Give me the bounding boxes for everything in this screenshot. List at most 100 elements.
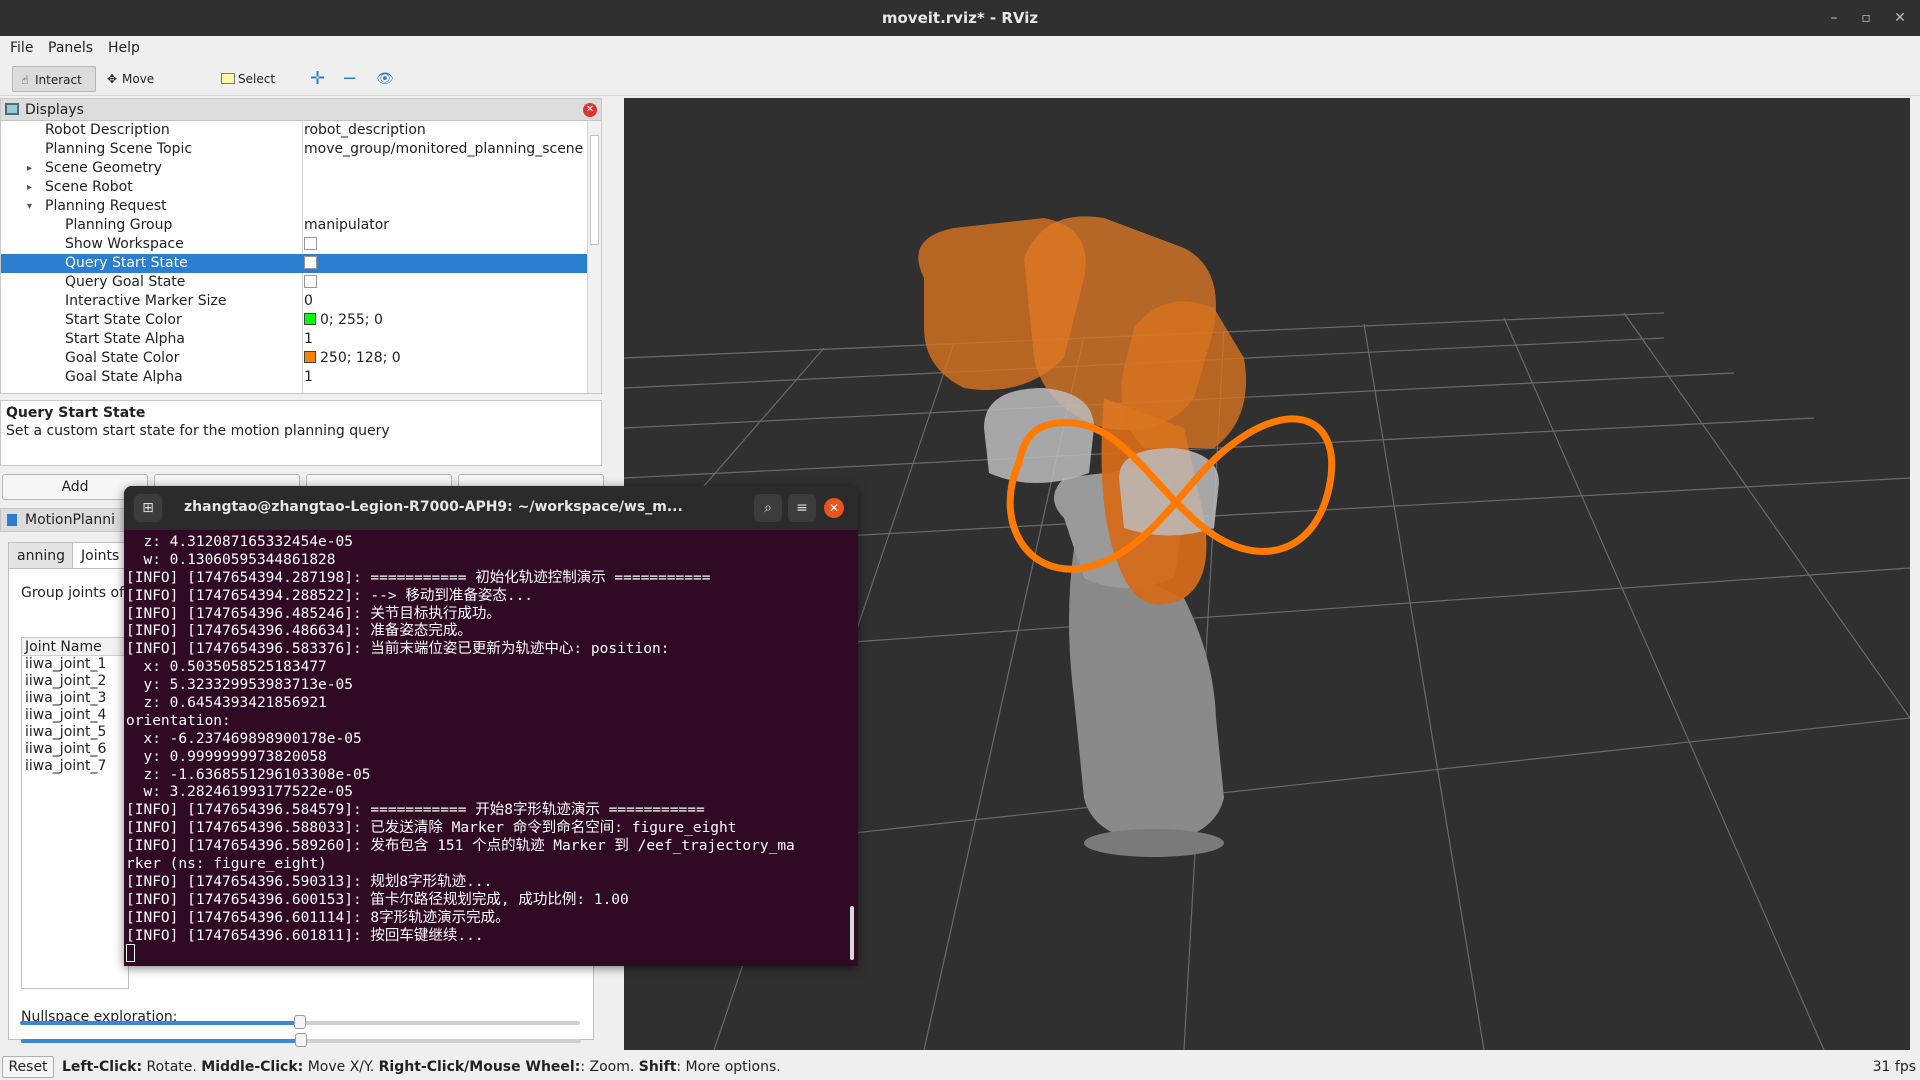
terminal-line: [INFO] [1747654396.600153]: 笛卡尔路径规划完成, 成… <box>126 891 629 908</box>
displays-panel: Displays ✕ Robot Description robot_descr… <box>0 98 602 394</box>
terminal-line: y: 5.323329953983713e-05 <box>126 677 353 694</box>
row-value[interactable]: robot_description <box>304 121 426 140</box>
tree-row[interactable]: Start State Alpha 1 <box>1 330 587 349</box>
terminal-line: [INFO] [1747654396.583376]: 当前末端位姿已更新为轨迹… <box>126 641 670 658</box>
collapse-arrow-icon[interactable]: ▾ <box>27 197 32 216</box>
row-value[interactable]: 0 <box>304 292 313 311</box>
hand-icon: ☝ <box>21 73 29 87</box>
tree-row[interactable]: Start State Color 0; 255; 0 <box>1 311 587 330</box>
tree-row[interactable]: Goal State Color 250; 128; 0 <box>1 349 587 368</box>
tree-row[interactable]: ▸ Scene Geometry <box>1 159 587 178</box>
start-state-color-value[interactable]: 0; 255; 0 <box>304 311 383 330</box>
add-tool-icon[interactable]: ✛ <box>306 66 330 92</box>
displays-scrollbar[interactable] <box>587 121 601 393</box>
help-middle-action: Move X/Y. <box>303 1059 379 1075</box>
tree-row-selected[interactable]: Query Start State <box>1 254 587 273</box>
terminal-close-icon[interactable]: ✕ <box>824 498 844 518</box>
tree-row[interactable]: Query Goal State <box>1 273 587 292</box>
remove-tool-icon[interactable]: − <box>338 66 362 92</box>
row-value: 250; 128; 0 <box>320 350 401 366</box>
reset-button[interactable]: Reset <box>2 1056 54 1078</box>
slider-fill <box>21 1039 301 1043</box>
terminal-line: z: 0.6454393421856921 <box>126 695 327 712</box>
menu-help[interactable]: Help <box>108 40 140 56</box>
help-middle-click: Middle-Click: <box>201 1059 304 1075</box>
move-camera-tool-button[interactable]: ✥Move Camera <box>100 66 200 112</box>
terminal-line: y: 0.9999999973820058 <box>126 748 327 765</box>
terminal-scrollbar[interactable] <box>850 906 854 960</box>
terminal-window[interactable]: ⊞ zhangtao@zhangtao-Legion-R7000-APH9: ~… <box>124 486 858 966</box>
row-label: Show Workspace <box>65 236 184 252</box>
close-icon[interactable]: ✕ <box>1890 8 1910 28</box>
query-start-state-checkbox[interactable] <box>304 254 317 273</box>
select-label: Select <box>238 72 276 86</box>
row-label: Planning Request <box>45 198 167 214</box>
row-label: Goal State Color <box>65 350 180 366</box>
terminal-line: [INFO] [1747654396.601114]: 8字形轨迹演示完成。 <box>126 909 510 926</box>
terminal-line: [INFO] [1747654394.287198]: =========== … <box>126 569 711 586</box>
row-value[interactable]: 1 <box>304 330 313 349</box>
table-row[interactable]: iiwa_joint_5 <box>22 724 128 741</box>
help-right-click: Right-Click/Mouse Wheel: <box>378 1059 581 1075</box>
table-row[interactable]: iiwa_joint_7 <box>22 758 128 775</box>
scrollbar-thumb[interactable] <box>590 135 599 245</box>
terminal-line: [INFO] [1747654396.589260]: 发布包含 151 个点的… <box>126 838 795 855</box>
row-label: Scene Robot <box>45 179 133 195</box>
robot-arm-model <box>918 216 1246 857</box>
select-tool-button[interactable]: Select <box>216 66 286 92</box>
joint-table: Joint Name iiwa_joint_1 iiwa_joint_2 iiw… <box>21 637 129 989</box>
view-options-icon[interactable]: 👁▾ <box>372 66 400 113</box>
slider-handle[interactable] <box>294 1015 306 1029</box>
menu-panels[interactable]: Panels <box>48 40 93 56</box>
expand-arrow-icon[interactable]: ▸ <box>27 178 32 197</box>
joint-name-header[interactable]: Joint Name <box>22 638 128 656</box>
table-row[interactable]: iiwa_joint_2 <box>22 673 128 690</box>
close-panel-icon[interactable]: ✕ <box>583 103 597 117</box>
tree-row[interactable]: Interactive Marker Size 0 <box>1 292 587 311</box>
nullspace-slider-1[interactable] <box>21 1033 581 1047</box>
table-row[interactable]: iiwa_joint_3 <box>22 690 128 707</box>
terminal-line: w: 3.282461993177522e-05 <box>126 784 353 801</box>
tree-row[interactable]: Planning Group manipulator <box>1 216 587 235</box>
row-value[interactable]: move_group/monitored_planning_scene <box>304 140 583 159</box>
terminal-line: rker (ns: figure_eight) <box>126 856 327 873</box>
table-row[interactable]: iiwa_joint_1 <box>22 656 128 673</box>
tree-row[interactable]: ▾ Planning Request <box>1 197 587 216</box>
monitor-icon <box>5 103 19 115</box>
help-left-action: Rotate. <box>142 1059 202 1075</box>
hamburger-menu-icon[interactable]: ≡ <box>788 494 816 522</box>
tree-row[interactable]: Show Workspace <box>1 235 587 254</box>
restore-icon[interactable]: ▫ <box>1856 8 1876 28</box>
terminal-line: x: 0.5035058525183477 <box>126 659 327 676</box>
terminal-min-icon[interactable] <box>732 494 760 522</box>
tab-planning[interactable]: anning <box>8 542 74 568</box>
goal-state-color-value[interactable]: 250; 128; 0 <box>304 349 401 368</box>
minimize-icon[interactable]: – <box>1824 8 1844 28</box>
nullspace-slider-2[interactable] <box>20 1015 580 1029</box>
description-text: Set a custom start state for the motion … <box>6 423 390 439</box>
select-icon <box>220 66 236 92</box>
tree-row[interactable]: Planning Scene Topic move_group/monitore… <box>1 140 587 159</box>
tree-row[interactable]: Robot Description robot_description <box>1 121 587 140</box>
tab-joints[interactable]: Joints <box>72 542 129 568</box>
tree-row[interactable]: ▸ Scene Robot <box>1 178 587 197</box>
menu-bar: File Panels Help <box>0 36 1920 62</box>
new-tab-icon[interactable]: ⊞ <box>134 494 162 522</box>
slider-handle[interactable] <box>295 1033 307 1047</box>
row-value[interactable]: 1 <box>304 368 313 387</box>
row-value: 0; 255; 0 <box>320 312 383 328</box>
table-row[interactable]: iiwa_joint_4 <box>22 707 128 724</box>
show-workspace-checkbox[interactable] <box>304 235 317 254</box>
tree-row[interactable]: Goal State Alpha 1 <box>1 368 587 387</box>
query-goal-state-checkbox[interactable] <box>304 273 317 292</box>
table-row[interactable]: iiwa_joint_6 <box>22 741 128 758</box>
terminal-line: [INFO] [1747654396.584579]: =========== … <box>126 802 705 819</box>
terminal-line: [INFO] [1747654394.288522]: --> 移动到准备姿态.… <box>126 587 534 604</box>
terminal-output[interactable]: z: 4.312087165332454e-05 w: 0.1306059534… <box>126 534 840 964</box>
menu-file[interactable]: File <box>10 40 33 56</box>
row-label: Planning Scene Topic <box>45 141 193 157</box>
expand-arrow-icon[interactable]: ▸ <box>27 159 32 178</box>
description-title: Query Start State <box>6 405 146 421</box>
row-value[interactable]: manipulator <box>304 216 389 235</box>
interact-tool-button[interactable]: ☝ Interact <box>12 66 96 92</box>
